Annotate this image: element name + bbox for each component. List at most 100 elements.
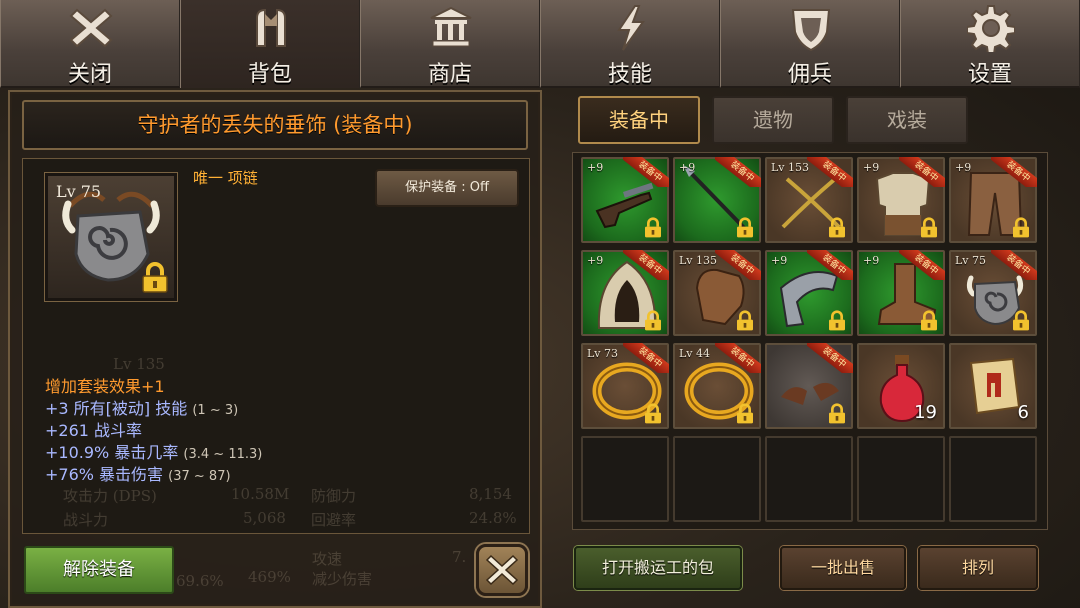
slot-corner-label: +9 (587, 161, 604, 174)
unequip-button[interactable]: 解除装备 (24, 546, 174, 594)
lock-icon (142, 262, 168, 293)
equipped-badge: 装备中 (899, 157, 945, 187)
slot-corner-label: +9 (587, 254, 604, 267)
subtab-equipped[interactable]: 装备中 (578, 96, 700, 144)
ghost-stat-value: 5,068 (243, 509, 286, 527)
item-portrait: Lv 75 (45, 173, 177, 301)
inventory-slot[interactable]: 6 (949, 343, 1037, 429)
stat-line: +10.9% 暴击几率 (3.4 ~ 11.3) (45, 439, 262, 463)
ghost-stat-value: 24.8% (469, 509, 517, 527)
equipped-badge: 装备中 (991, 157, 1037, 187)
item-quantity: 6 (1017, 402, 1029, 423)
equipped-badge: 装备中 (807, 250, 853, 280)
tab-mercenary[interactable]: 佣兵 (720, 0, 900, 88)
ghost-stat-label: 攻速 (312, 550, 343, 568)
ghost-stat-value: 69.6% (176, 572, 224, 590)
inventory-slot[interactable]: +9 装备中 (673, 157, 761, 243)
inventory-slot[interactable]: +9 装备中 (581, 157, 669, 243)
inventory-slot[interactable]: Lv 153 装备中 (765, 157, 853, 243)
inventory-slot[interactable]: +9 装备中 (581, 250, 669, 336)
ghost-stat-label: 攻击力 (DPS) (63, 487, 157, 505)
slot-corner-label: +9 (863, 161, 880, 174)
tab-skills[interactable]: 技能 (540, 0, 720, 88)
top-navigation: 关闭 背包 商店 技能 佣兵 设置 (0, 0, 1080, 88)
lock-icon (829, 217, 845, 238)
item-quantity: 19 (914, 402, 937, 423)
empty-slot[interactable] (673, 436, 761, 522)
close-detail-button[interactable] (476, 544, 528, 596)
inventory-slot[interactable]: Lv 135 装备中 (673, 250, 761, 336)
subtab-costumes[interactable]: 戏装 (846, 96, 968, 144)
subtab-relics[interactable]: 遗物 (712, 96, 834, 144)
slot-corner-label: +9 (679, 161, 696, 174)
stat-line: +3 所有[被动] 技能 (1 ~ 3) (45, 395, 238, 419)
gear-icon (967, 5, 1015, 52)
inventory-slot[interactable]: Lv 75 装备中 (949, 250, 1037, 336)
ghost-stat-value: 469% (248, 568, 291, 586)
lock-icon (1013, 310, 1029, 331)
shield-icon (791, 9, 831, 52)
protect-equipment-button[interactable]: 保护装备 : Off (375, 169, 519, 207)
inventory-slot[interactable]: +9 装备中 (765, 250, 853, 336)
item-title: 守护者的丢失的垂饰 (装备中) (22, 100, 528, 150)
slot-corner-label: +9 (863, 254, 880, 267)
inventory-slot[interactable]: +9 装备中 (857, 250, 945, 336)
stat-line: +261 战斗率 (45, 417, 142, 441)
slot-corner-label: Lv 44 (679, 347, 711, 360)
stat-value: +76% 暴击伤害 (45, 465, 164, 484)
equipped-badge: 装备中 (715, 343, 761, 373)
ghost-stat-label: 回避率 (311, 511, 357, 529)
equipped-badge: 装备中 (623, 250, 669, 280)
empty-slot[interactable] (765, 436, 853, 522)
ghost-stat-label: 减少伤害 (312, 570, 373, 588)
inventory-slot[interactable]: +9 装备中 (857, 157, 945, 243)
bulk-sell-button[interactable]: 一批出售 (780, 546, 906, 590)
inventory-slot[interactable]: 19 (857, 343, 945, 429)
equipped-badge: 装备中 (899, 250, 945, 280)
tab-backpack[interactable]: 背包 (180, 0, 360, 88)
empty-slot[interactable] (949, 436, 1037, 522)
equipped-badge: 装备中 (715, 250, 761, 280)
stat-range: (1 ~ 3) (192, 403, 239, 418)
lock-icon (829, 310, 845, 331)
equipped-badge: 装备中 (807, 343, 853, 373)
item-detail-box: Lv 135 攻击力 (DPS) 10.58M 防御力 8,154 战斗力 5,… (22, 158, 530, 534)
tab-settings-label: 设置 (967, 62, 1012, 87)
inventory-slot[interactable]: 装备中 (765, 343, 853, 429)
empty-slot[interactable] (857, 436, 945, 522)
inventory-slot[interactable]: +9 装备中 (949, 157, 1037, 243)
lock-icon (737, 217, 753, 238)
lock-icon (1013, 217, 1029, 238)
tab-close[interactable]: 关闭 (0, 0, 180, 88)
open-porter-bag-button[interactable]: 打开搬运工的包 (574, 546, 742, 590)
lock-icon (737, 310, 753, 331)
tab-settings[interactable]: 设置 (900, 0, 1080, 88)
slot-corner-label: Lv 73 (587, 347, 619, 360)
equipped-badge: 装备中 (807, 157, 853, 187)
slot-corner-label: Lv 75 (955, 254, 987, 267)
lock-icon (645, 217, 661, 238)
tab-shop[interactable]: 商店 (360, 0, 540, 88)
item-type: 唯一 项链 (193, 169, 258, 187)
item-level: Lv 75 (56, 182, 102, 201)
sort-button[interactable]: 排列 (918, 546, 1038, 590)
inventory-grid: +9 装备中 +9 装备中 Lv 153 装备中 +9 装备中 +9 装备中 +… (572, 152, 1048, 530)
stat-value: +261 战斗率 (45, 421, 143, 440)
ghost-stat-value: 8,154 (469, 485, 512, 503)
empty-slot[interactable] (581, 436, 669, 522)
lock-icon (645, 310, 661, 331)
equipped-badge: 装备中 (715, 157, 761, 187)
equipped-badge: 装备中 (991, 250, 1037, 280)
shop-building-icon (430, 6, 472, 47)
stat-line: +76% 暴击伤害 (37 ~ 87) (45, 461, 231, 485)
equipped-badge: 装备中 (623, 343, 669, 373)
tab-shop-label: 商店 (427, 62, 472, 87)
lock-icon (921, 217, 937, 238)
lock-icon (921, 310, 937, 331)
tab-mercenary-label: 佣兵 (787, 62, 832, 87)
lock-icon (645, 403, 661, 424)
tab-close-label: 关闭 (67, 62, 112, 87)
inventory-slot[interactable]: Lv 44 装备中 (673, 343, 761, 429)
stat-value: +3 所有[被动] 技能 (45, 399, 188, 418)
inventory-slot[interactable]: Lv 73 装备中 (581, 343, 669, 429)
